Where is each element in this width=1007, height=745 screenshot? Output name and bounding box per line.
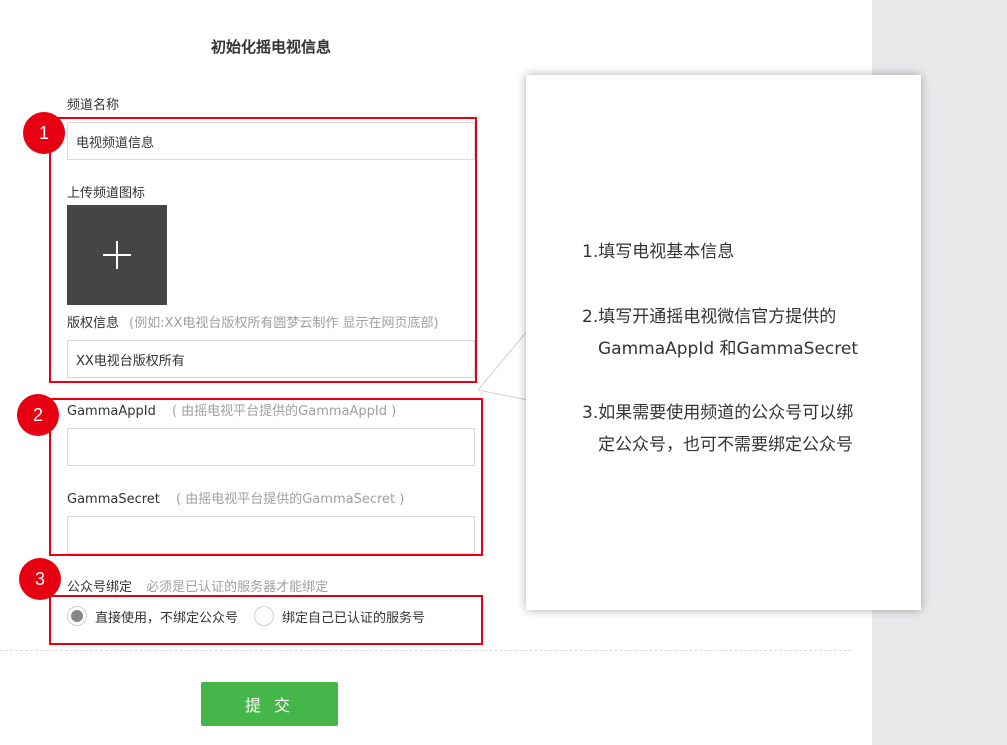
gamma-app-id-label-row: GammaAppId ( 由摇电视平台提供的GammaAppId ) xyxy=(67,400,396,419)
gamma-secret-label-row: GammaSecret ( 由摇电视平台提供的GammaSecret ) xyxy=(67,488,404,507)
plus-icon xyxy=(103,241,131,269)
public-account-label: 公众号绑定 xyxy=(67,580,133,595)
annotation-badge-2: 2 xyxy=(17,394,59,436)
submit-button[interactable]: 提 交 xyxy=(201,682,338,726)
radio-option-label: 绑定自己已认证的服务号 xyxy=(282,610,426,626)
upload-channel-icon-button[interactable] xyxy=(67,205,167,305)
channel-name-value: 电视频道信息 xyxy=(76,135,155,151)
gamma-secret-input[interactable] xyxy=(67,516,475,554)
channel-name-input[interactable]: 电视频道信息 xyxy=(67,122,475,160)
radio-option-label: 直接使用，不绑定公众号 xyxy=(95,610,239,626)
radio-option-bind-service[interactable]: 绑定自己已认证的服务号 xyxy=(254,606,425,626)
radio-option-direct-use[interactable]: 直接使用，不绑定公众号 xyxy=(67,606,238,626)
public-account-hint: 必须是已认证的服务器才能绑定 xyxy=(146,580,329,595)
copyright-hint: (例如:XX电视台版权所有圆梦云制作 显示在网页底部) xyxy=(129,316,439,331)
channel-icon-label: 上传频道图标 xyxy=(67,186,146,201)
callout-line-5: 定公众号，也可不需要绑定公众号 xyxy=(598,435,853,455)
copyright-label-row: 版权信息 (例如:XX电视台版权所有圆梦云制作 显示在网页底部) xyxy=(67,312,439,331)
gamma-secret-hint: ( 由摇电视平台提供的GammaSecret ) xyxy=(176,492,405,507)
copyright-label: 版权信息 xyxy=(67,316,120,331)
radio-checked-icon[interactable] xyxy=(67,606,87,626)
annotation-badge-3: 3 xyxy=(19,558,61,600)
dashed-divider xyxy=(0,650,852,651)
callout-line-4: 3.如果需要使用频道的公众号可以绑 xyxy=(582,403,854,423)
channel-name-label: 频道名称 xyxy=(67,98,120,113)
public-account-label-row: 公众号绑定 必须是已认证的服务器才能绑定 xyxy=(67,576,328,595)
annotation-badge-1: 1 xyxy=(23,112,65,154)
gamma-secret-label: GammaSecret xyxy=(67,492,160,507)
callout-line-2: 2.填写开通摇电视微信官方提供的 xyxy=(582,307,837,327)
gamma-app-id-hint: ( 由摇电视平台提供的GammaAppId ) xyxy=(171,404,397,419)
public-account-radio-group: 直接使用，不绑定公众号 绑定自己已认证的服务号 xyxy=(67,604,441,628)
copyright-input[interactable]: XX电视台版权所有 xyxy=(67,340,475,378)
gamma-app-id-input[interactable] xyxy=(67,428,475,466)
callout-line-1: 1.填写电视基本信息 xyxy=(582,242,735,262)
copyright-value: XX电视台版权所有 xyxy=(76,353,185,369)
radio-unchecked-icon[interactable] xyxy=(254,606,275,626)
gamma-app-id-label: GammaAppId xyxy=(67,404,156,419)
page-title: 初始化摇电视信息 xyxy=(210,38,331,56)
callout-line-3: GammaAppId 和GammaSecret xyxy=(598,339,859,359)
